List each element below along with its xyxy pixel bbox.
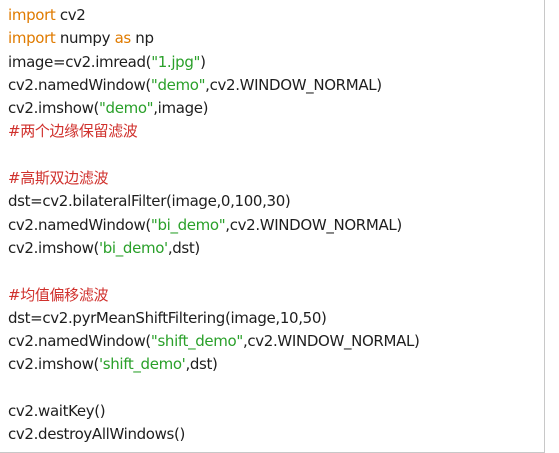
string-token: 'bi_demo' xyxy=(98,238,168,257)
code-token: cv2.namedWindow( xyxy=(8,215,151,234)
code-line: dst=cv2.pyrMeanShiftFiltering(image,10,5… xyxy=(8,307,540,330)
code-token: ,cv2.WINDOW_NORMAL) xyxy=(225,215,402,234)
code-token: ,dst) xyxy=(167,238,200,257)
code-line: cv2.namedWindow("shift_demo",cv2.WINDOW_… xyxy=(8,330,540,353)
code-line: cv2.imshow('shift_demo',dst) xyxy=(8,353,540,376)
code-token: dst=cv2.bilateralFilter(image,0,100,30) xyxy=(8,192,291,211)
comment-token: #两个边缘保留滤波 xyxy=(8,122,138,141)
code-token: cv2.namedWindow( xyxy=(8,75,151,94)
code-line: #均值偏移滤波 xyxy=(8,284,540,307)
code-line: #高斯双边滤波 xyxy=(8,167,540,190)
string-token: "1.jpg" xyxy=(151,52,201,71)
string-token: "demo" xyxy=(98,99,154,118)
comment-token: #均值偏移滤波 xyxy=(8,285,109,304)
string-token: 'shift_demo' xyxy=(98,355,186,374)
code-token: cv2.imshow( xyxy=(8,99,99,118)
code-line: cv2.destroyAllWindows() xyxy=(8,423,540,446)
code-token: ) xyxy=(200,52,206,71)
code-token: cv2.namedWindow( xyxy=(8,332,151,351)
code-token: ,image) xyxy=(153,99,209,118)
code-line: cv2.imshow("demo",image) xyxy=(8,97,540,120)
code-line: cv2.namedWindow("demo",cv2.WINDOW_NORMAL… xyxy=(8,74,540,97)
code-token: cv2.imshow( xyxy=(8,238,99,257)
code-line: cv2.waitKey() xyxy=(8,400,540,423)
code-line: cv2.imshow('bi_demo',dst) xyxy=(8,237,540,260)
code-token: numpy xyxy=(55,29,115,48)
string-token: "shift_demo" xyxy=(150,332,243,351)
code-token: ,dst) xyxy=(185,355,218,374)
code-token: np xyxy=(130,29,154,48)
code-line: cv2.namedWindow("bi_demo",cv2.WINDOW_NOR… xyxy=(8,214,540,237)
code-token: cv2 xyxy=(55,6,86,24)
code-line: import cv2 xyxy=(8,4,540,27)
keyword-token: as xyxy=(114,29,132,48)
code-token: image=cv2.imread( xyxy=(8,52,152,71)
code-line: dst=cv2.bilateralFilter(image,0,100,30) xyxy=(8,190,540,213)
keyword-token: import xyxy=(8,6,56,24)
keyword-token: import xyxy=(8,29,56,48)
code-token: ,cv2.WINDOW_NORMAL) xyxy=(205,75,382,94)
string-token: "bi_demo" xyxy=(150,215,226,234)
code-token: dst=cv2.pyrMeanShiftFiltering(image,10,5… xyxy=(8,308,327,327)
code-token: cv2.waitKey() xyxy=(8,402,106,421)
code-token: ,cv2.WINDOW_NORMAL) xyxy=(242,332,420,351)
code-line: import numpy as np xyxy=(8,27,540,50)
code-area[interactable]: import cv2 import numpy as np image=cv2.im… xyxy=(8,4,540,447)
code-token: cv2.destroyAllWindows() xyxy=(8,425,185,444)
code-editor[interactable]: import cv2 import numpy as np image=cv2.im… xyxy=(0,0,545,453)
string-token: "demo" xyxy=(150,75,206,94)
code-line: #两个边缘保留滤波 xyxy=(8,120,540,143)
code-line: image=cv2.imread("1.jpg") xyxy=(8,51,540,74)
comment-token: #高斯双边滤波 xyxy=(8,169,109,188)
code-token: cv2.imshow( xyxy=(8,355,99,374)
